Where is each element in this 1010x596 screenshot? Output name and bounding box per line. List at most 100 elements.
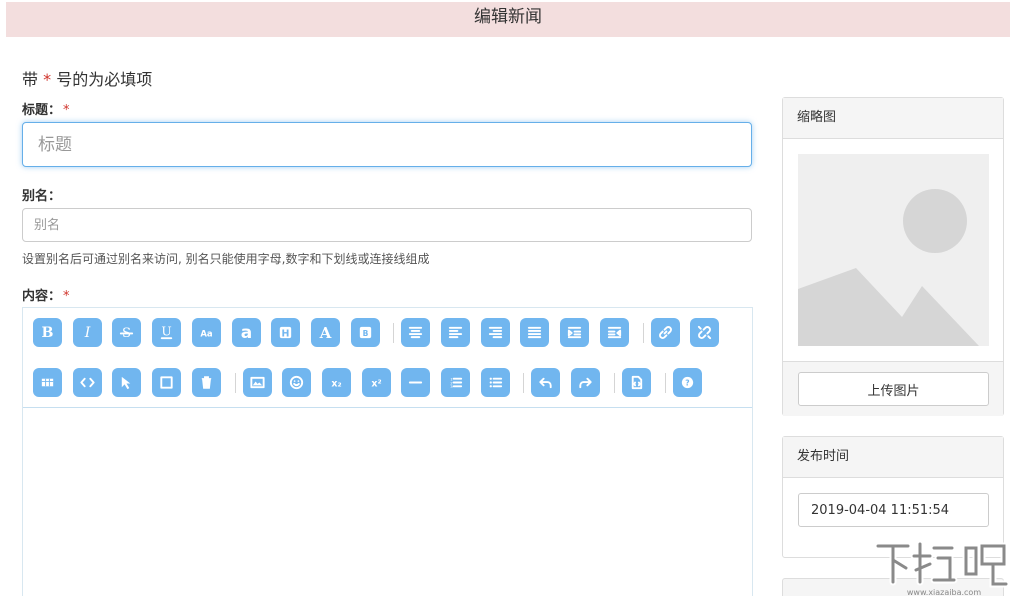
title-input[interactable] [22, 122, 752, 167]
content-label-text: 内容： [22, 289, 62, 304]
align-justify-button[interactable] [520, 318, 550, 347]
thumbnail-panel-footer: 上传图片 [783, 361, 1003, 416]
unlink-button[interactable] [690, 318, 720, 347]
help-icon: ? [681, 376, 693, 389]
insert-table-button[interactable] [33, 368, 62, 397]
background-color-button[interactable]: B [350, 318, 380, 347]
bold-icon: B [42, 325, 54, 341]
align-left-button[interactable] [441, 318, 470, 347]
link-icon [658, 326, 672, 339]
insert-table-icon [41, 378, 54, 387]
required-note-prefix: 带 [22, 70, 39, 89]
redo-button[interactable] [571, 368, 601, 397]
rich-text-editor: B I S U Aa a H A B x₂ x² 1 2 3? [22, 307, 753, 596]
thumbnail-placeholder-image[interactable] [798, 154, 989, 346]
toolbar-separator [642, 323, 644, 343]
link-button[interactable] [650, 318, 680, 347]
thumbnail-panel: 缩略图 上传图片 [782, 97, 1004, 416]
horizontal-rule-button[interactable] [401, 368, 431, 397]
publish-time-panel-title: 发布时间 [783, 437, 1003, 478]
unordered-list-icon [489, 377, 502, 388]
underline-button[interactable]: U [152, 318, 182, 347]
outdent-button[interactable] [599, 318, 629, 347]
svg-text:I: I [83, 325, 90, 341]
fullscreen-icon [160, 376, 173, 389]
upload-image-button[interactable]: 上传图片 [798, 372, 989, 406]
select-all-icon [122, 376, 131, 390]
background-color-icon: B [359, 326, 371, 339]
subscript-button[interactable]: x₂ [321, 368, 351, 397]
unlink-icon [698, 325, 712, 340]
help-button[interactable]: ? [672, 368, 702, 397]
watermark-logo-icon: www.xiazaiba.com [874, 540, 1010, 596]
alias-label-text: 别名： [22, 189, 62, 204]
heading-icon: H [280, 326, 292, 339]
preview-button[interactable] [621, 368, 651, 397]
outdent-icon [607, 326, 621, 339]
page-title: 编辑新闻 [474, 7, 542, 27]
underline-icon: U [160, 324, 173, 340]
alias-input[interactable] [22, 208, 752, 242]
toolbar-separator [234, 373, 236, 393]
toolbar-separator [393, 323, 395, 343]
align-right-button[interactable] [480, 318, 510, 347]
clear-button[interactable] [191, 368, 221, 397]
toolbar-separator [664, 373, 666, 393]
watermark-url: www.xiazaiba.com [907, 588, 981, 596]
svg-text:x²: x² [371, 378, 381, 389]
title-required-star: * [63, 103, 70, 118]
ordered-list-button[interactable]: 123 [441, 368, 470, 397]
emoji-icon [290, 375, 304, 390]
subscript-icon: x₂ [331, 378, 341, 389]
horizontal-rule-icon [409, 381, 423, 384]
indent-icon [567, 326, 582, 339]
align-center-button[interactable] [401, 318, 431, 347]
unordered-list-button[interactable] [480, 368, 510, 397]
svg-text:U: U [161, 324, 171, 338]
editor-content-area[interactable] [23, 409, 752, 596]
strikethrough-button[interactable]: S [112, 318, 142, 347]
italic-icon: I [83, 325, 90, 341]
clear-icon [201, 376, 212, 389]
svg-text:H: H [282, 328, 290, 339]
svg-text:Aa: Aa [200, 329, 213, 339]
svg-text:?: ? [685, 378, 689, 387]
svg-text:A: A [319, 324, 332, 341]
font-color-button[interactable]: A [310, 318, 340, 347]
source-code-icon [80, 377, 95, 388]
title-label: 标题： * [22, 99, 70, 118]
italic-button[interactable]: I [72, 318, 102, 347]
font-size-icon: Aa [200, 329, 213, 339]
required-note-suffix: 号的为必填项 [56, 70, 153, 89]
select-all-button[interactable] [112, 368, 142, 397]
indent-button[interactable] [560, 318, 590, 347]
fullscreen-button[interactable] [152, 368, 182, 397]
required-star: * [43, 70, 52, 89]
image-button[interactable] [242, 368, 272, 397]
bold-button[interactable]: B [33, 318, 62, 347]
svg-text:B: B [42, 325, 54, 341]
undo-button[interactable] [531, 368, 561, 397]
preview-icon [631, 375, 642, 390]
strikethrough-icon: S [120, 326, 134, 341]
required-note: 带 * 号的为必填项 [22, 66, 152, 90]
emoji-button[interactable] [282, 368, 312, 397]
font-size-button[interactable]: Aa [191, 318, 221, 347]
source-code-button[interactable] [72, 368, 102, 397]
align-left-icon [448, 326, 463, 339]
font-family-icon: a [240, 324, 251, 341]
alias-label: 别名： [22, 185, 61, 204]
site-watermark: www.xiazaiba.com [872, 536, 1010, 596]
thumbnail-panel-title: 缩略图 [783, 98, 1003, 139]
editor-toolbar: B I S U Aa a H A B x₂ x² 1 2 3? [23, 308, 752, 408]
svg-text:B: B [362, 329, 368, 338]
ordered-list-icon: 123 [450, 378, 463, 389]
publish-time-input[interactable] [798, 493, 989, 527]
title-label-text: 标题： [22, 103, 62, 118]
font-family-button[interactable]: a [231, 318, 261, 347]
font-color-icon: A [319, 324, 332, 341]
heading-button[interactable]: H [271, 318, 301, 347]
superscript-button[interactable]: x² [361, 368, 391, 397]
undo-icon [539, 377, 553, 389]
align-center-icon [409, 326, 423, 339]
